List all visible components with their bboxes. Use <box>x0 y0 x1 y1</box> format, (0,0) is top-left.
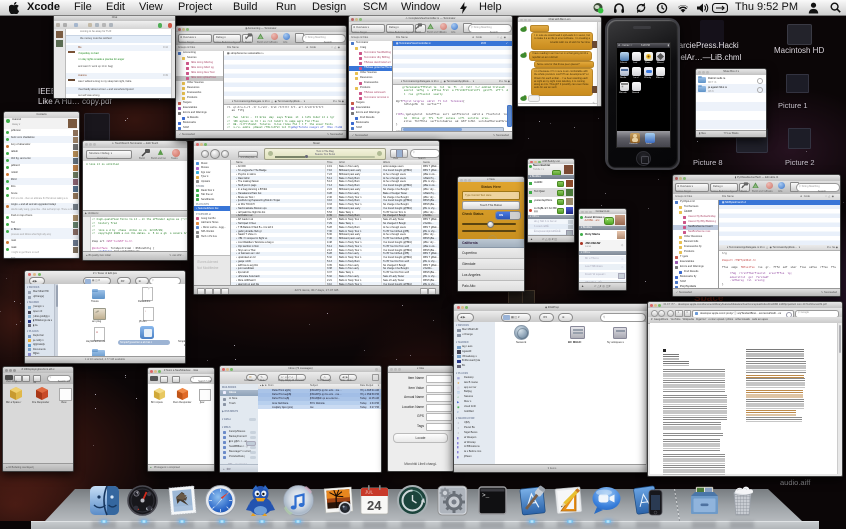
svg-text:JUL: JUL <box>365 490 373 495</box>
svg-text:24: 24 <box>367 498 382 513</box>
svg-text:>_: >_ <box>482 492 490 499</box>
